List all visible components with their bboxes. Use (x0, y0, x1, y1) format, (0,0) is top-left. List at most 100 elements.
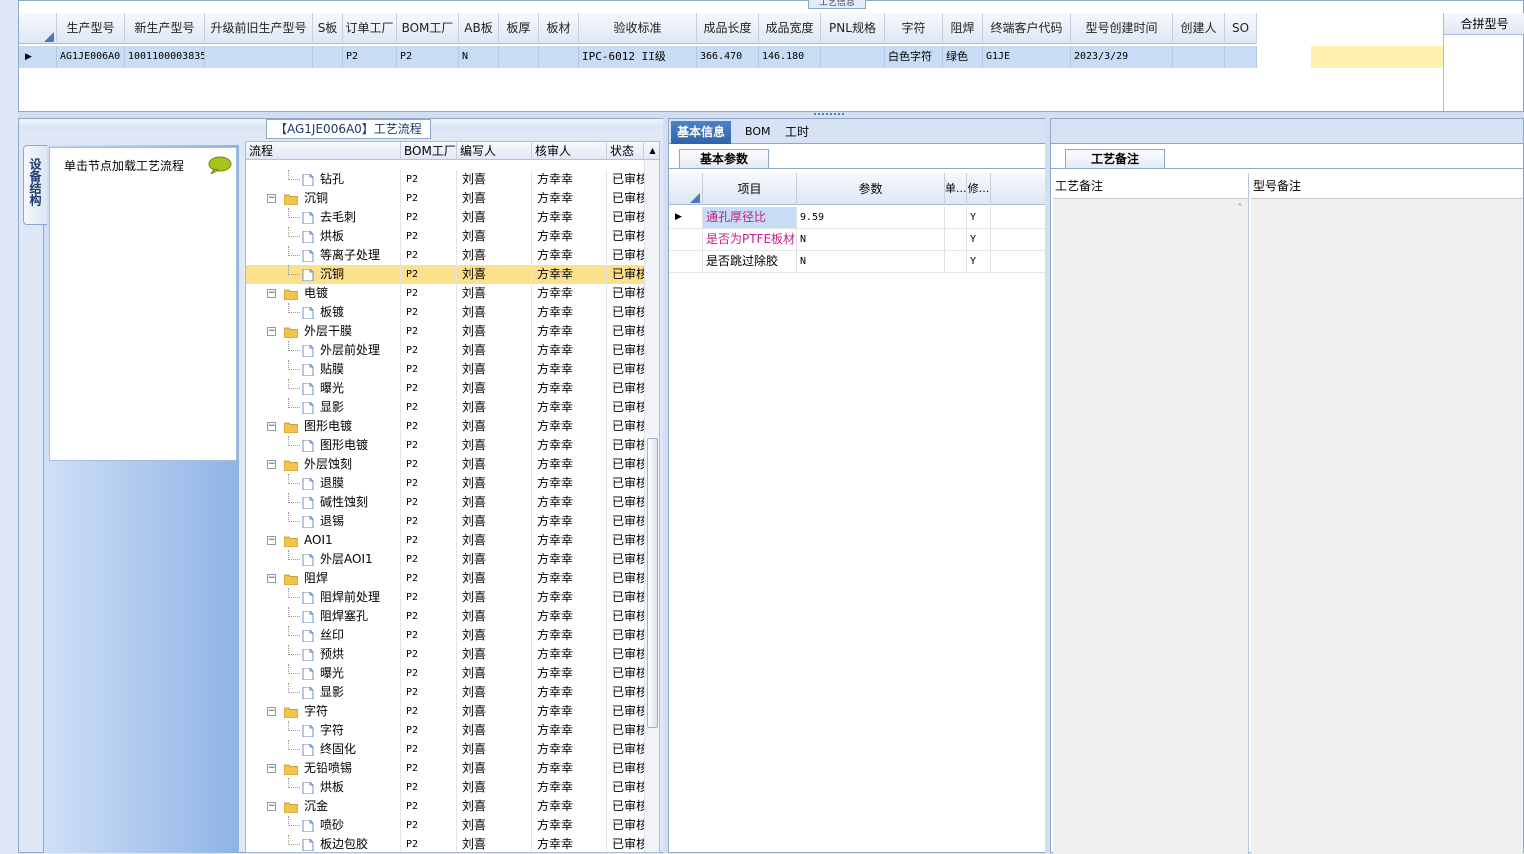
tree-row[interactable]: − 外层蚀刻 P2刘喜方幸幸已审核 (246, 455, 644, 474)
collapse-icon[interactable]: − (267, 194, 276, 203)
tree-node[interactable]: 板镀 (246, 303, 401, 322)
tree-row[interactable]: 字符 P2刘喜方幸幸已审核 (246, 721, 644, 740)
tree-col-flow[interactable]: 流程 (246, 142, 401, 160)
param-row-selector-header[interactable] (669, 173, 703, 205)
tree-row[interactable]: 外层前处理 P2刘喜方幸幸已审核 (246, 341, 644, 360)
top-cell-18[interactable] (1225, 46, 1257, 68)
param-row[interactable]: ▶ 通孔厚径比 9.59 Y (669, 207, 1045, 229)
top-cell-3[interactable] (313, 46, 343, 68)
top-cell-5[interactable]: P2 (397, 46, 459, 68)
top-cell-9[interactable]: IPC-6012 II级 (579, 46, 697, 68)
tab-basic-params[interactable]: 基本参数 (679, 149, 769, 169)
tree-row[interactable]: 曝光 P2刘喜方幸幸已审核 (246, 664, 644, 683)
top-cell-15[interactable]: G1JE (983, 46, 1071, 68)
tree-row[interactable]: 阻焊前处理 P2刘喜方幸幸已审核 (246, 588, 644, 607)
top-col-4[interactable]: 订单工厂 (343, 13, 397, 44)
top-grid-row[interactable]: ▶ AG1JE006A0 10011000038358 P2 P2 N IPC-6012 … (19, 46, 1257, 68)
tree-row[interactable]: − 沉铜 P2刘喜方幸幸已审核 (246, 189, 644, 208)
tree-node[interactable]: 曝光 (246, 379, 401, 398)
tree-node[interactable]: 退锡 (246, 512, 401, 531)
tree-node[interactable]: 终固化 (246, 740, 401, 759)
tree-node[interactable]: 显影 (246, 683, 401, 702)
param-col-unit[interactable]: 单... (945, 173, 967, 205)
tree-node[interactable]: 显影 (246, 398, 401, 417)
collapse-icon[interactable]: − (267, 289, 276, 298)
top-col-14[interactable]: 阻焊 (943, 13, 983, 44)
tree-row[interactable]: − 无铅喷锡 P2刘喜方幸幸已审核 (246, 759, 644, 778)
tree-node[interactable]: 烘板 (246, 227, 401, 246)
scroll-up-icon[interactable]: ▲ (644, 142, 659, 160)
tree-row[interactable]: 退锡 P2刘喜方幸幸已审核 (246, 512, 644, 531)
top-col-12[interactable]: PNL规格 (821, 13, 885, 44)
top-cell-8[interactable] (539, 46, 579, 68)
tree-scrollbar[interactable] (644, 160, 659, 852)
tab-work-hours[interactable]: 工时 (779, 121, 815, 144)
tree-row[interactable]: 碱性蚀刻 P2刘喜方幸幸已审核 (246, 493, 644, 512)
param-row-indicator-icon[interactable]: ▶ (669, 207, 703, 228)
top-col-1[interactable]: 新生产型号 (125, 13, 205, 44)
tab-bom[interactable]: BOM (739, 121, 777, 144)
top-cell-14[interactable]: 绿色 (943, 46, 983, 68)
flow-title-tab[interactable]: 【AG1JE006A0】工艺流程 (266, 119, 431, 139)
top-col-11[interactable]: 成品宽度 (759, 13, 821, 44)
param-item[interactable]: 通孔厚径比 (703, 207, 797, 228)
collapse-icon[interactable]: − (267, 327, 276, 336)
tree-col-author[interactable]: 编写人 (457, 142, 532, 160)
tree-row[interactable]: − 图形电镀 P2刘喜方幸幸已审核 (246, 417, 644, 436)
tab-basic-info[interactable]: 基本信息 (671, 121, 732, 144)
tree-row[interactable]: 图形电镀 P2刘喜方幸幸已审核 (246, 436, 644, 455)
param-col-value[interactable]: 参数 (797, 173, 945, 205)
top-col-10[interactable]: 成品长度 (697, 13, 759, 44)
collapse-icon[interactable]: − (267, 536, 276, 545)
tree-node[interactable]: 板边包胶 (246, 835, 401, 852)
tree-row[interactable]: 终固化 P2刘喜方幸幸已审核 (246, 740, 644, 759)
param-row-indicator-icon[interactable] (669, 251, 703, 272)
param-col-item[interactable]: 项目 (703, 173, 797, 205)
tree-row[interactable]: 显影 P2刘喜方幸幸已审核 (246, 683, 644, 702)
top-cell-0[interactable]: AG1JE006A0 (57, 46, 125, 68)
tree-row[interactable]: 板镀 P2刘喜方幸幸已审核 (246, 303, 644, 322)
tree-node[interactable]: − 阻焊 (246, 569, 401, 588)
row-selector-header[interactable] (19, 13, 57, 44)
top-col-15[interactable]: 终端客户代码 (983, 13, 1071, 44)
tree-node[interactable]: 碱性蚀刻 (246, 493, 401, 512)
collapse-icon[interactable]: − (267, 574, 276, 583)
tree-row[interactable]: 沉铜 P2刘喜方幸幸已审核 (246, 265, 644, 284)
tree-node[interactable]: 外层AOI1 (246, 550, 401, 569)
param-item[interactable]: 是否为PTFE板材 (703, 229, 797, 250)
tree-node[interactable]: − 沉铜 (246, 189, 401, 208)
tree-row[interactable]: 退膜 P2刘喜方幸幸已审核 (246, 474, 644, 493)
node-hint-box[interactable]: 单击节点加载工艺流程 (49, 147, 237, 461)
top-cell-10[interactable]: 366.470 (697, 46, 759, 68)
tree-node[interactable]: 阻焊塞孔 (246, 607, 401, 626)
tab-process-remarks[interactable]: 工艺备注 (1065, 149, 1165, 169)
top-col-3[interactable]: S板 (313, 13, 343, 44)
top-col-2[interactable]: 升级前旧生产型号 (205, 13, 313, 44)
param-row[interactable]: 是否跳过除胶 N Y (669, 251, 1045, 273)
tree-row[interactable]: 丝印 P2刘喜方幸幸已审核 (246, 626, 644, 645)
collapse-icon[interactable]: − (267, 802, 276, 811)
tree-row[interactable]: 板边包胶 P2刘喜方幸幸已审核 (246, 835, 644, 852)
top-cell-6[interactable]: N (459, 46, 499, 68)
remarks-scroll-up-icon[interactable]: ⌃ (1236, 203, 1246, 213)
tree-row[interactable]: 预烘 P2刘喜方幸幸已审核 (246, 645, 644, 664)
collapse-icon[interactable]: − (267, 422, 276, 431)
param-item[interactable]: 是否跳过除胶 (703, 251, 797, 272)
top-col-16[interactable]: 型号创建时间 (1071, 13, 1173, 44)
tree-row[interactable]: − 字符 P2刘喜方幸幸已审核 (246, 702, 644, 721)
tree-node[interactable]: 退膜 (246, 474, 401, 493)
tree-row[interactable]: 曝光 P2刘喜方幸幸已审核 (246, 379, 644, 398)
param-value[interactable]: 9.59 (797, 207, 945, 228)
tree-row[interactable]: 阻焊塞孔 P2刘喜方幸幸已审核 (246, 607, 644, 626)
top-col-13[interactable]: 字符 (885, 13, 943, 44)
tree-row[interactable]: 显影 P2刘喜方幸幸已审核 (246, 398, 644, 417)
tree-node[interactable]: 去毛刺 (246, 208, 401, 227)
top-col-6[interactable]: AB板 (459, 13, 499, 44)
param-row[interactable]: 是否为PTFE板材 N Y (669, 229, 1045, 251)
tree-node[interactable]: − 字符 (246, 702, 401, 721)
top-col-5[interactable]: BOM工厂 (397, 13, 459, 44)
tree-col-bom[interactable]: BOM工厂 (401, 142, 457, 160)
tree-row[interactable]: 等离子处理 P2刘喜方幸幸已审核 (246, 246, 644, 265)
merge-model-header[interactable]: 合拼型号 (1444, 13, 1524, 35)
top-col-7[interactable]: 板厚 (499, 13, 539, 44)
